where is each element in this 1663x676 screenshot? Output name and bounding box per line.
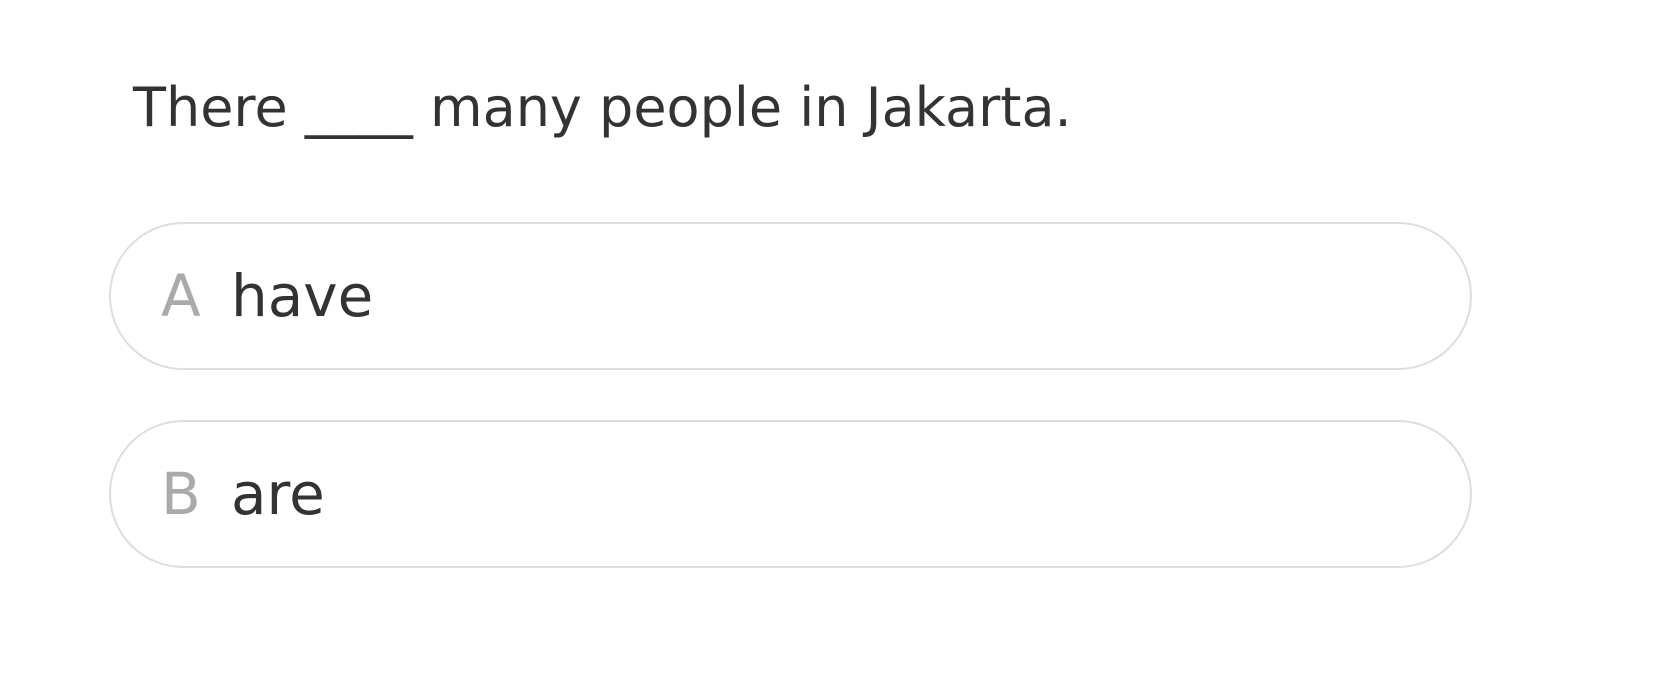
option-label: have [231,262,374,330]
option-b[interactable]: B are [109,420,1472,568]
option-a[interactable]: A have [109,222,1472,370]
option-letter: A [161,262,201,330]
question-text: There ____ many people in Jakarta. [133,76,1072,139]
option-letter: B [161,460,201,528]
answer-options: A have B are [109,222,1472,568]
option-label: are [231,460,325,528]
